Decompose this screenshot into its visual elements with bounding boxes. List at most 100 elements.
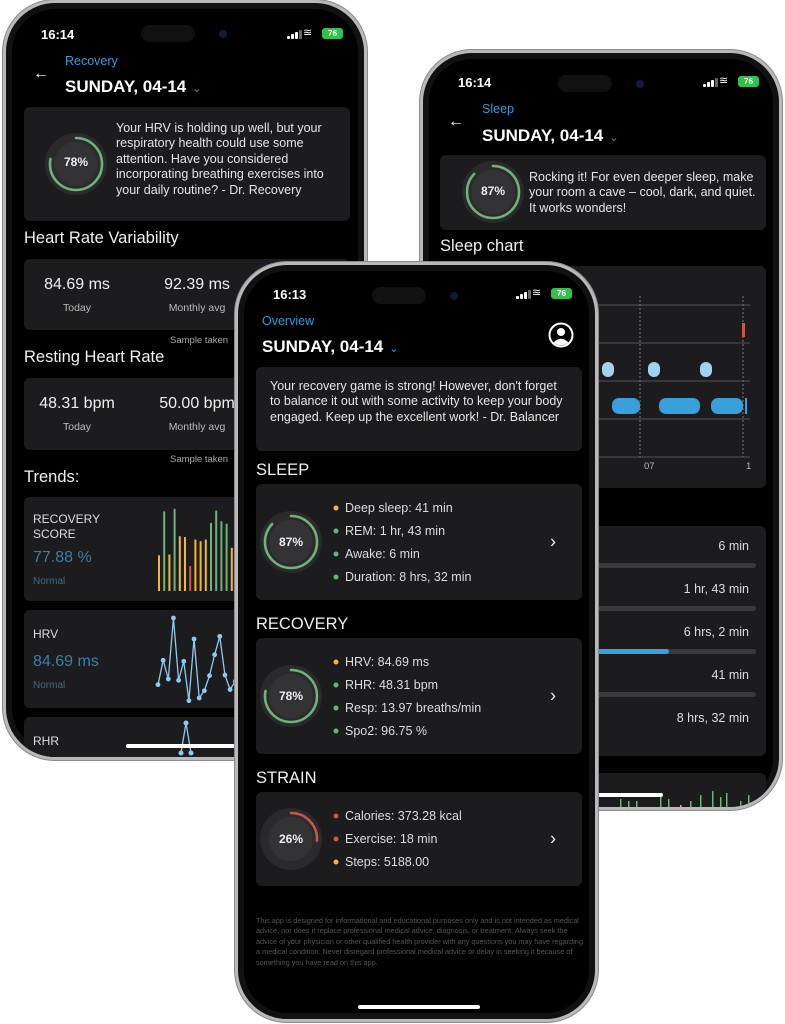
- date-selector[interactable]: SUNDAY, 04-14 ⌄: [65, 77, 202, 97]
- hrv-today: 84.69 ms: [44, 276, 110, 293]
- chevron-down-icon: ⌄: [609, 132, 619, 144]
- recovery-bar: [199, 541, 202, 591]
- trend-label: RHR: [33, 734, 59, 748]
- coach-message: Rocking it! For even deeper sleep, make …: [529, 170, 756, 215]
- hrv-point: [171, 615, 176, 621]
- section-card-strain[interactable]: 26% Calories: 373.28 kcal Exercise: 18 min…: [256, 792, 582, 886]
- rhr-today: 48.31 bpm: [39, 395, 115, 412]
- hrv-point: [191, 636, 197, 642]
- chart-tick: 1: [746, 461, 752, 472]
- chevron-down-icon: ⌄: [192, 83, 202, 95]
- rhr-today-label: Today: [62, 421, 92, 433]
- hrv-point: [207, 673, 212, 679]
- battery-icon: 76: [322, 28, 343, 39]
- user-circle-icon[interactable]: [548, 322, 574, 348]
- metric-item: Steps: 5188.00: [345, 855, 430, 869]
- status-dot: [333, 859, 339, 865]
- recovery-bar: [215, 510, 218, 591]
- section-title: STRAIN: [256, 769, 317, 787]
- wifi-icon: ≊: [719, 75, 729, 87]
- dynamic-island: [372, 287, 426, 304]
- recovery-bar: [194, 539, 197, 591]
- metric-item: REM: 1 hr, 43 min: [345, 523, 446, 538]
- score-label: 87%: [480, 184, 506, 198]
- stage-duration: 6 min: [718, 539, 749, 553]
- chevron-right-icon[interactable]: ›: [550, 829, 556, 850]
- hrv-point: [217, 633, 223, 639]
- arrow-left-icon[interactable]: ←: [33, 65, 49, 83]
- wifi-icon: ≊: [303, 27, 313, 39]
- date-label: SUNDAY, 04-14: [65, 77, 187, 96]
- metric-item: Deep sleep: 41 min: [345, 500, 453, 515]
- hrv-today-label: Today: [62, 302, 92, 314]
- hrv-line: [157, 617, 236, 701]
- trend-label: RECOVERY SCORE: [33, 512, 100, 541]
- recovery-bar: [173, 508, 176, 591]
- section-card-recovery[interactable]: 78% HRV: 84.69 ms RHR: 48.31 bpm Resp: 13.9…: [256, 638, 582, 754]
- metric-item: HRV: 84.69 ms: [345, 654, 430, 669]
- camera-icon: [450, 292, 458, 300]
- battery-icon: 76: [738, 76, 759, 87]
- section-title: RECOVERY: [256, 615, 349, 633]
- overview-phone: 16:13 ≊ 76 Overview SUNDAY, 04-14 ⌄ Your …: [235, 262, 598, 1022]
- metric-item: Spo2: 96.75 %: [345, 723, 428, 738]
- sleep-chart-title: Sleep chart: [440, 237, 524, 255]
- camera-icon: [636, 80, 644, 88]
- recovery-bar: [210, 522, 212, 591]
- coach-message: Your HRV is holding up well, but your re…: [116, 121, 324, 197]
- section-card-sleep[interactable]: 87% Deep sleep: 41 min REM: 1 hr, 43 min Aw…: [256, 484, 582, 600]
- recovery-bar: [184, 537, 186, 591]
- trend-value: 84.69 ms: [33, 653, 99, 670]
- recovery-bar: [230, 547, 233, 591]
- hrv-point: [181, 658, 187, 664]
- camera-icon: [219, 30, 227, 38]
- chevron-right-icon[interactable]: ›: [550, 532, 556, 553]
- arrow-left-icon[interactable]: ←: [448, 113, 464, 131]
- date-selector[interactable]: SUNDAY, 04-14 ⌄: [262, 337, 399, 357]
- home-indicator[interactable]: [358, 1005, 480, 1009]
- score-label: 78%: [278, 689, 304, 703]
- metric-item: Awake: 6 min: [345, 546, 420, 561]
- signal-icon: [287, 30, 302, 39]
- trends-title: Trends:: [24, 468, 80, 486]
- hrv-sample-note: Sample taken: [170, 335, 229, 346]
- dynamic-island: [558, 75, 612, 92]
- chevron-right-icon[interactable]: ›: [550, 686, 556, 707]
- coach-message-card: Your recovery game is strong! However, d…: [256, 367, 582, 451]
- recovery-bar: [158, 555, 160, 591]
- recovery-bar: [225, 523, 228, 591]
- metric-item: Resp: 13.97 breaths/min: [345, 700, 482, 715]
- metric-item: Duration: 8 hrs, 32 min: [345, 569, 472, 584]
- coach-message: Your recovery game is strong! However, d…: [270, 379, 563, 424]
- hrv-point: [222, 672, 228, 678]
- status-dot: [333, 659, 339, 664]
- status-dot: [333, 728, 339, 733]
- hrv-point: [165, 676, 171, 682]
- hrv-title: Heart Rate Variability: [24, 229, 179, 247]
- hrv-point: [155, 682, 161, 688]
- metric-item: Exercise: 18 min: [345, 832, 438, 846]
- date-label: SUNDAY, 04-14: [482, 126, 604, 145]
- stage-duration: 41 min: [711, 668, 749, 682]
- score-label: 87%: [278, 535, 304, 549]
- hrv-point: [176, 677, 181, 683]
- section-title: SLEEP: [256, 461, 310, 479]
- hrv-point: [201, 688, 207, 694]
- score-label: 26%: [278, 832, 304, 846]
- trend-status: Normal: [33, 576, 66, 587]
- hrv-point: [186, 698, 192, 704]
- recovery-bar: [189, 566, 192, 591]
- stage-duration: 8 hrs, 32 min: [676, 711, 749, 725]
- status-dot: [333, 705, 339, 710]
- status-dot: [333, 551, 339, 556]
- date-selector[interactable]: SUNDAY, 04-14 ⌄: [482, 126, 619, 146]
- signal-icon: [516, 290, 531, 299]
- rhr-line-chart: [178, 720, 194, 756]
- recovery-bar: [178, 536, 181, 591]
- recovery-bar: [204, 539, 207, 591]
- status-dot: [333, 682, 339, 687]
- dynamic-island: [141, 25, 195, 42]
- score-label: 78%: [63, 155, 89, 169]
- date-label: SUNDAY, 04-14: [262, 337, 384, 356]
- home-indicator[interactable]: [126, 744, 236, 748]
